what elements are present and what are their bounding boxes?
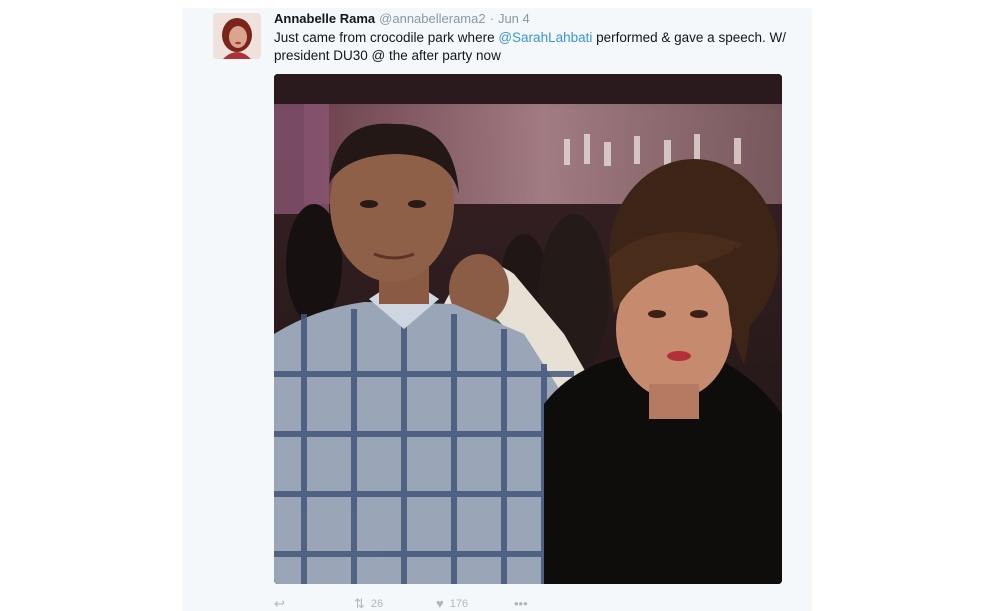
separator: · [489, 11, 494, 26]
more-icon: ••• [514, 596, 528, 611]
screenshot-stage: Annabelle Rama @annabellerama2 · Jun 4 Just… [0, 0, 1000, 611]
more-button[interactable]: ••• [514, 596, 528, 611]
like-count: 176 [449, 597, 469, 610]
tweet-text: Just came from crocodile park where @Sar… [274, 29, 794, 65]
avatar[interactable] [213, 13, 261, 59]
tweet-photo[interactable] [274, 74, 782, 584]
tweet-actions: ↩ ⇅ 26 ♥ 176 ••• [274, 596, 574, 611]
party-photo-image [274, 74, 782, 584]
author-handle[interactable]: @annabellerama2 [379, 11, 485, 26]
author-name[interactable]: Annabelle Rama [274, 11, 375, 26]
retweet-button[interactable]: ⇅ 26 [354, 596, 383, 611]
retweet-count: 26 [370, 598, 384, 610]
like-button[interactable]: ♥ 176 [436, 596, 468, 611]
reply-icon: ↩ [274, 596, 285, 611]
tweet-text-part1: Just came from crocodile park where [274, 30, 499, 45]
tweet-date[interactable]: Jun 4 [498, 11, 530, 26]
mention-link[interactable]: @SarahLahbati [498, 30, 592, 45]
avatar-image [213, 13, 261, 59]
tweet-header: Annabelle Rama @annabellerama2 · Jun 4 [274, 11, 530, 27]
retweet-icon: ⇅ [354, 596, 365, 611]
heart-icon: ♥ [436, 596, 444, 611]
reply-button[interactable]: ↩ [274, 596, 285, 611]
